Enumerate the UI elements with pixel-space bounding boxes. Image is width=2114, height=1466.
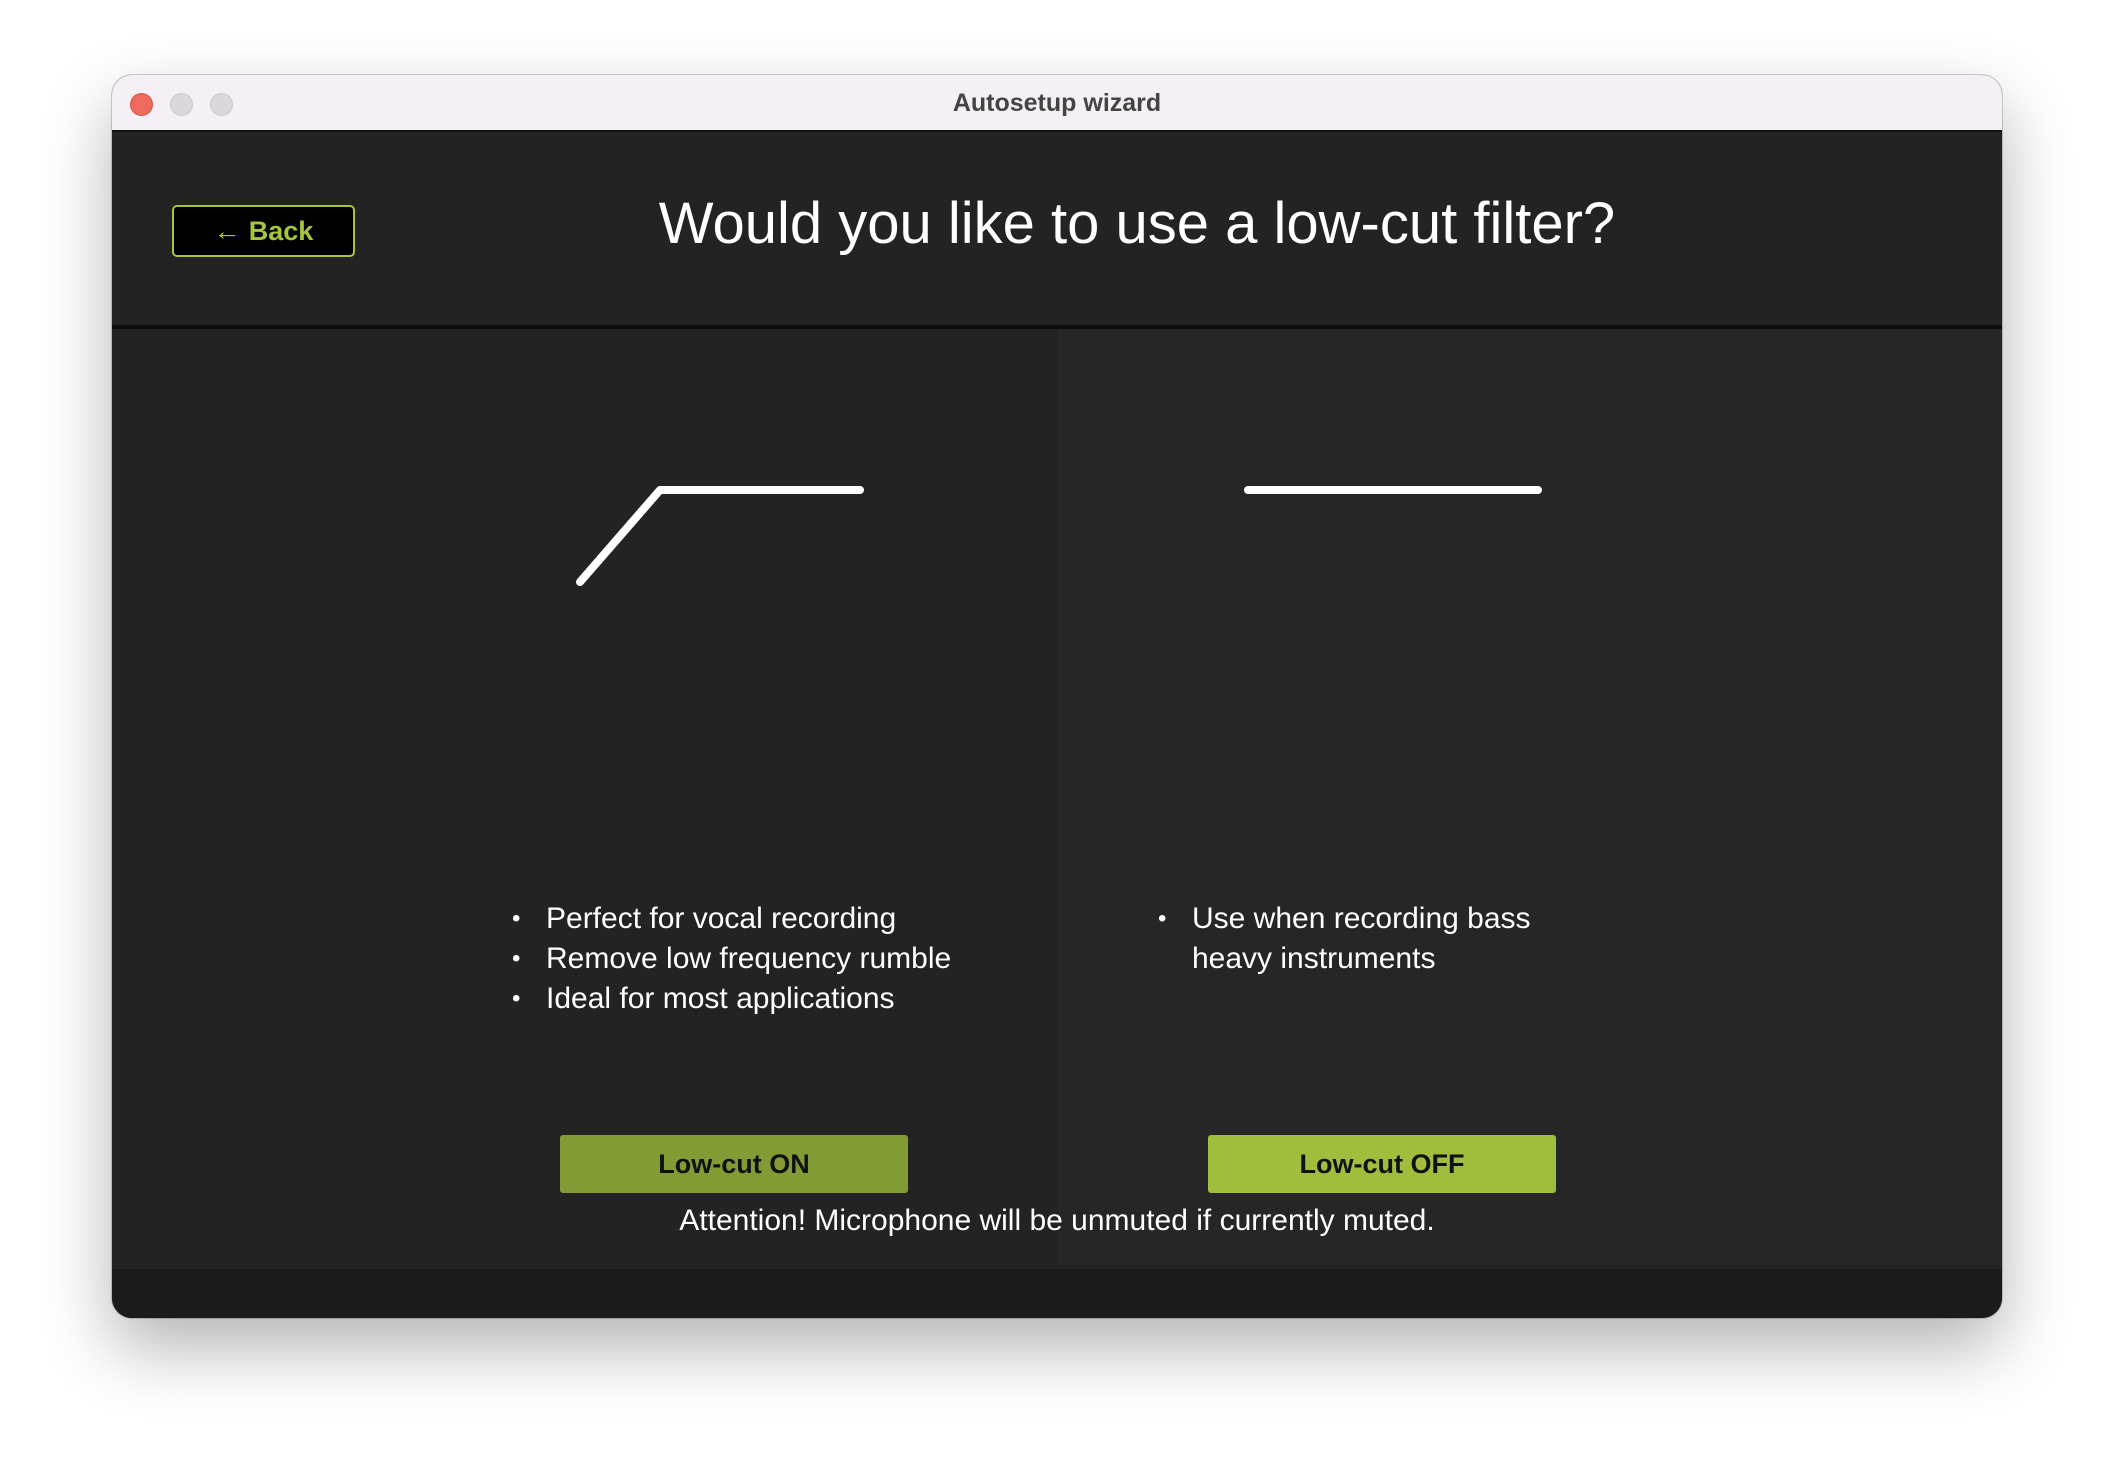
list-item: Ideal for most applications bbox=[512, 979, 951, 1019]
list-item: Remove low frequency rumble bbox=[512, 939, 951, 979]
low-cut-on-panel: Perfect for vocal recording Remove low f… bbox=[112, 329, 1058, 1264]
low-cut-off-benefits-list: Use when recording bass heavy instrument… bbox=[1158, 899, 1578, 979]
wizard-window: Autosetup wizard ← Back Would you like t… bbox=[112, 75, 2002, 1318]
list-item: Use when recording bass heavy instrument… bbox=[1158, 899, 1578, 979]
unmute-warning-text: Attention! Microphone will be unmuted if… bbox=[679, 1204, 1435, 1237]
left-arrow-icon: ← bbox=[213, 215, 241, 246]
list-item: Perfect for vocal recording bbox=[512, 899, 951, 939]
wizard-header: ← Back Would you like to use a low-cut f… bbox=[112, 132, 2002, 329]
title-bar: Autosetup wizard bbox=[112, 75, 2002, 132]
flat-response-icon bbox=[1244, 486, 1542, 494]
window-title: Autosetup wizard bbox=[952, 89, 1162, 117]
low-cut-curve-icon bbox=[576, 486, 864, 586]
page-title: Would you like to use a low-cut filter? bbox=[658, 191, 1616, 256]
low-cut-off-panel: Use when recording bass heavy instrument… bbox=[1058, 329, 2002, 1264]
low-cut-on-button[interactable]: Low-cut ON bbox=[560, 1135, 908, 1193]
low-cut-on-benefits-list: Perfect for vocal recording Remove low f… bbox=[512, 899, 951, 1019]
footer-bar bbox=[112, 1269, 2002, 1318]
low-cut-off-button[interactable]: Low-cut OFF bbox=[1208, 1135, 1556, 1193]
